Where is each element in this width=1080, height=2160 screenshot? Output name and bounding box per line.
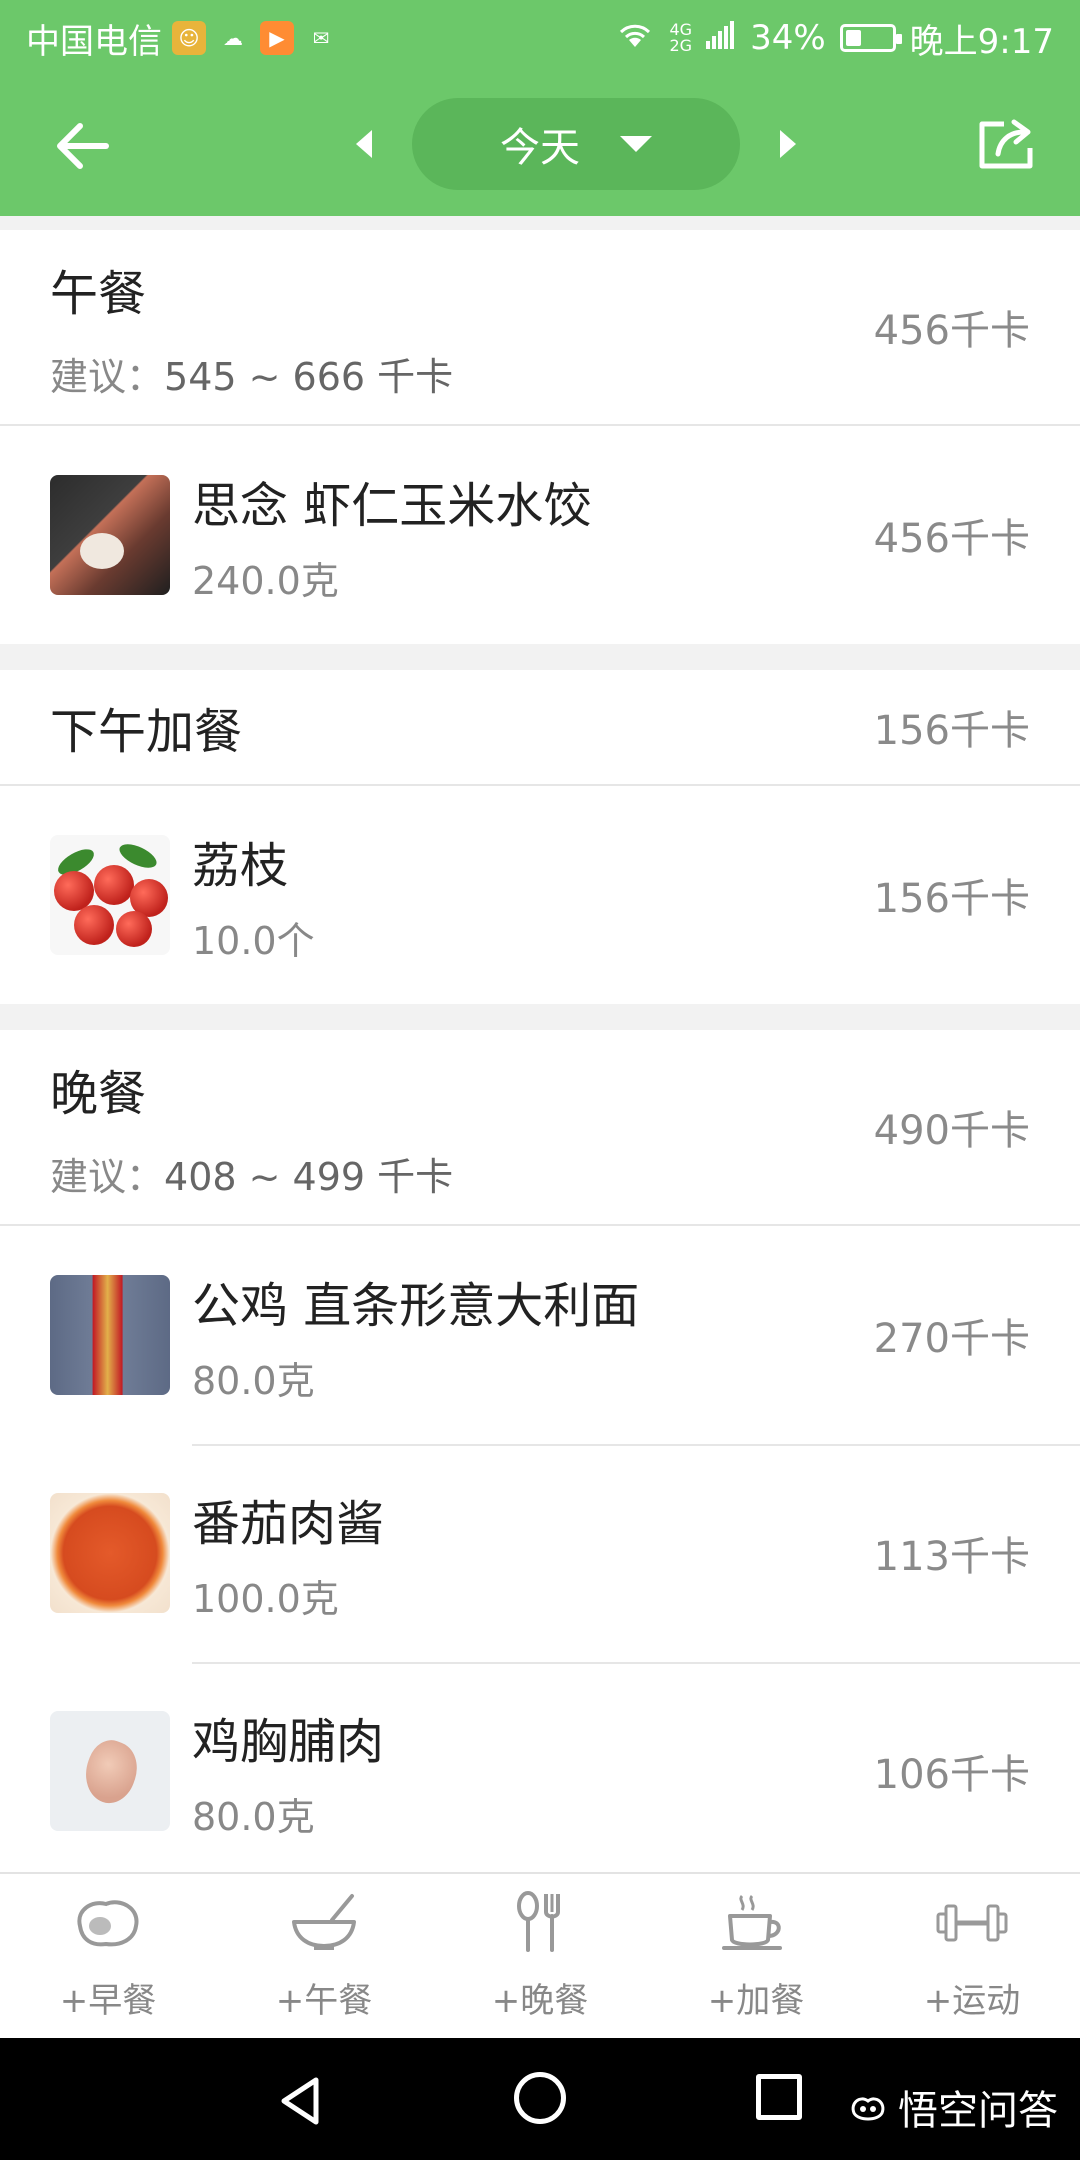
- food-amount: 10.0个: [192, 918, 315, 963]
- battery-percent: 34%: [750, 18, 826, 58]
- signal-icon: [706, 18, 736, 58]
- lunch-section: 午餐 建议：545 ~ 666 千卡 456千卡 思念 虾仁玉米水饺 240.0…: [0, 230, 1080, 644]
- food-name: 思念 虾仁玉米水饺: [192, 477, 592, 534]
- food-name: 鸡胸脯肉: [192, 1713, 385, 1770]
- date-label: 今天: [500, 125, 580, 171]
- food-item[interactable]: 鸡胸脯肉 80.0克 106千卡: [0, 1662, 1080, 1880]
- section-kcal: 490千卡: [873, 1108, 1030, 1154]
- suggestion-text: 建议：408 ~ 499 千卡: [50, 1154, 454, 1199]
- video-app-icon: ▶: [260, 21, 294, 55]
- food-item[interactable]: 荔枝 10.0个 156千卡: [0, 786, 1080, 1004]
- action-label: +运动: [923, 1981, 1021, 2021]
- wifi-icon: [615, 18, 655, 58]
- food-amount: 80.0克: [192, 1358, 315, 1403]
- meal-log-list: 午餐 建议：545 ~ 666 千卡 456千卡 思念 虾仁玉米水饺 240.0…: [0, 216, 1080, 1880]
- section-title: 午餐: [50, 265, 147, 322]
- food-thumbnail: [50, 1493, 170, 1613]
- action-label: +午餐: [275, 1981, 373, 2021]
- network-type: 4G 2G: [669, 20, 693, 55]
- watermark: 悟空问答: [848, 2078, 1058, 2136]
- food-name: 番茄肉酱: [192, 1495, 385, 1552]
- system-back-icon[interactable]: [276, 2076, 326, 2126]
- food-thumbnail: [50, 1711, 170, 1831]
- food-kcal: 106千卡: [873, 1752, 1030, 1798]
- share-icon[interactable]: [974, 110, 1038, 174]
- food-thumbnail: [50, 475, 170, 595]
- food-amount: 100.0克: [192, 1576, 339, 1621]
- food-amount: 240.0克: [192, 558, 339, 603]
- food-thumbnail: [50, 835, 170, 955]
- carrier-label: 中国电信: [26, 21, 162, 62]
- food-item[interactable]: 番茄肉酱 100.0克 113千卡: [0, 1444, 1080, 1662]
- top-nav-bar: 今天: [0, 76, 1080, 216]
- food-kcal: 113千卡: [873, 1534, 1030, 1580]
- section-title: 下午加餐: [50, 704, 243, 760]
- suggestion-text: 建议：545 ~ 666 千卡: [50, 354, 454, 399]
- chevron-down-icon: [620, 136, 652, 152]
- add-lunch-button[interactable]: +午餐: [216, 1874, 432, 2038]
- section-title: 晚餐: [50, 1065, 147, 1122]
- app-root: { "status_bar": { "carrier": "中国电信", "ba…: [0, 0, 1080, 2160]
- food-item[interactable]: 公鸡 直条形意大利面 80.0克 270千卡: [0, 1226, 1080, 1444]
- watermark-text: 悟空问答: [898, 2088, 1058, 2134]
- section-kcal: 156千卡: [873, 708, 1030, 754]
- back-arrow-icon[interactable]: [50, 114, 114, 178]
- food-amount: 80.0克: [192, 1794, 315, 1839]
- action-label: +晚餐: [491, 1981, 589, 2021]
- food-thumbnail: [50, 1275, 170, 1395]
- bowl-icon: [286, 1890, 362, 1963]
- food-kcal: 156千卡: [873, 876, 1030, 922]
- action-label: +早餐: [59, 1981, 157, 2021]
- add-exercise-button[interactable]: +运动: [864, 1874, 1080, 2038]
- next-day-arrow-icon[interactable]: [780, 130, 796, 158]
- system-nav-bar: 悟空问答: [0, 2038, 1080, 2160]
- add-dinner-button[interactable]: +晚餐: [432, 1874, 648, 2038]
- weather-icon: ☁: [223, 26, 243, 50]
- date-selector[interactable]: 今天: [412, 98, 740, 190]
- food-item[interactable]: 思念 虾仁玉米水饺 240.0克 456千卡: [0, 426, 1080, 644]
- add-breakfast-button[interactable]: +早餐: [0, 1874, 216, 2038]
- lunch-header[interactable]: 午餐 建议：545 ~ 666 千卡 456千卡: [0, 230, 1080, 426]
- clock: 晚上9:17: [909, 21, 1054, 62]
- system-recent-apps-icon[interactable]: [756, 2074, 802, 2120]
- status-bar: 中国电信 ☺ ☁ ▶ ✉ 4G 2G 34% 晚上9:17: [0, 0, 1080, 76]
- spoon-fork-icon: [502, 1890, 578, 1963]
- food-kcal: 270千卡: [873, 1316, 1030, 1362]
- dinner-header[interactable]: 晚餐 建议：408 ~ 499 千卡 490千卡: [0, 1030, 1080, 1226]
- coffee-cup-icon: [718, 1890, 794, 1963]
- action-label: +加餐: [707, 1981, 805, 2021]
- section-kcal: 456千卡: [873, 308, 1030, 354]
- wechat-icon: ✉: [312, 26, 330, 50]
- dinner-section: 晚餐 建议：408 ~ 499 千卡 490千卡 公鸡 直条形意大利面 80.0…: [0, 1030, 1080, 1880]
- food-name: 公鸡 直条形意大利面: [192, 1277, 640, 1334]
- afternoon-snack-section: 下午加餐 156千卡 荔枝 10.0个 156千卡: [0, 670, 1080, 1004]
- food-kcal: 456千卡: [873, 516, 1030, 562]
- battery-icon: [839, 24, 902, 52]
- egg-icon: [70, 1890, 146, 1963]
- watermark-logo-icon: [851, 2097, 885, 2121]
- add-snack-button[interactable]: +加餐: [648, 1874, 864, 2038]
- app-notification-icon: ☺: [172, 21, 206, 55]
- food-name: 荔枝: [192, 837, 289, 894]
- system-home-icon[interactable]: [514, 2072, 566, 2124]
- previous-day-arrow-icon[interactable]: [356, 130, 372, 158]
- add-record-bar: +早餐 +午餐 +晚餐 +加餐 +运动: [0, 1872, 1080, 2038]
- dumbbell-icon: [934, 1890, 1010, 1963]
- afternoon-snack-header[interactable]: 下午加餐 156千卡: [0, 670, 1080, 786]
